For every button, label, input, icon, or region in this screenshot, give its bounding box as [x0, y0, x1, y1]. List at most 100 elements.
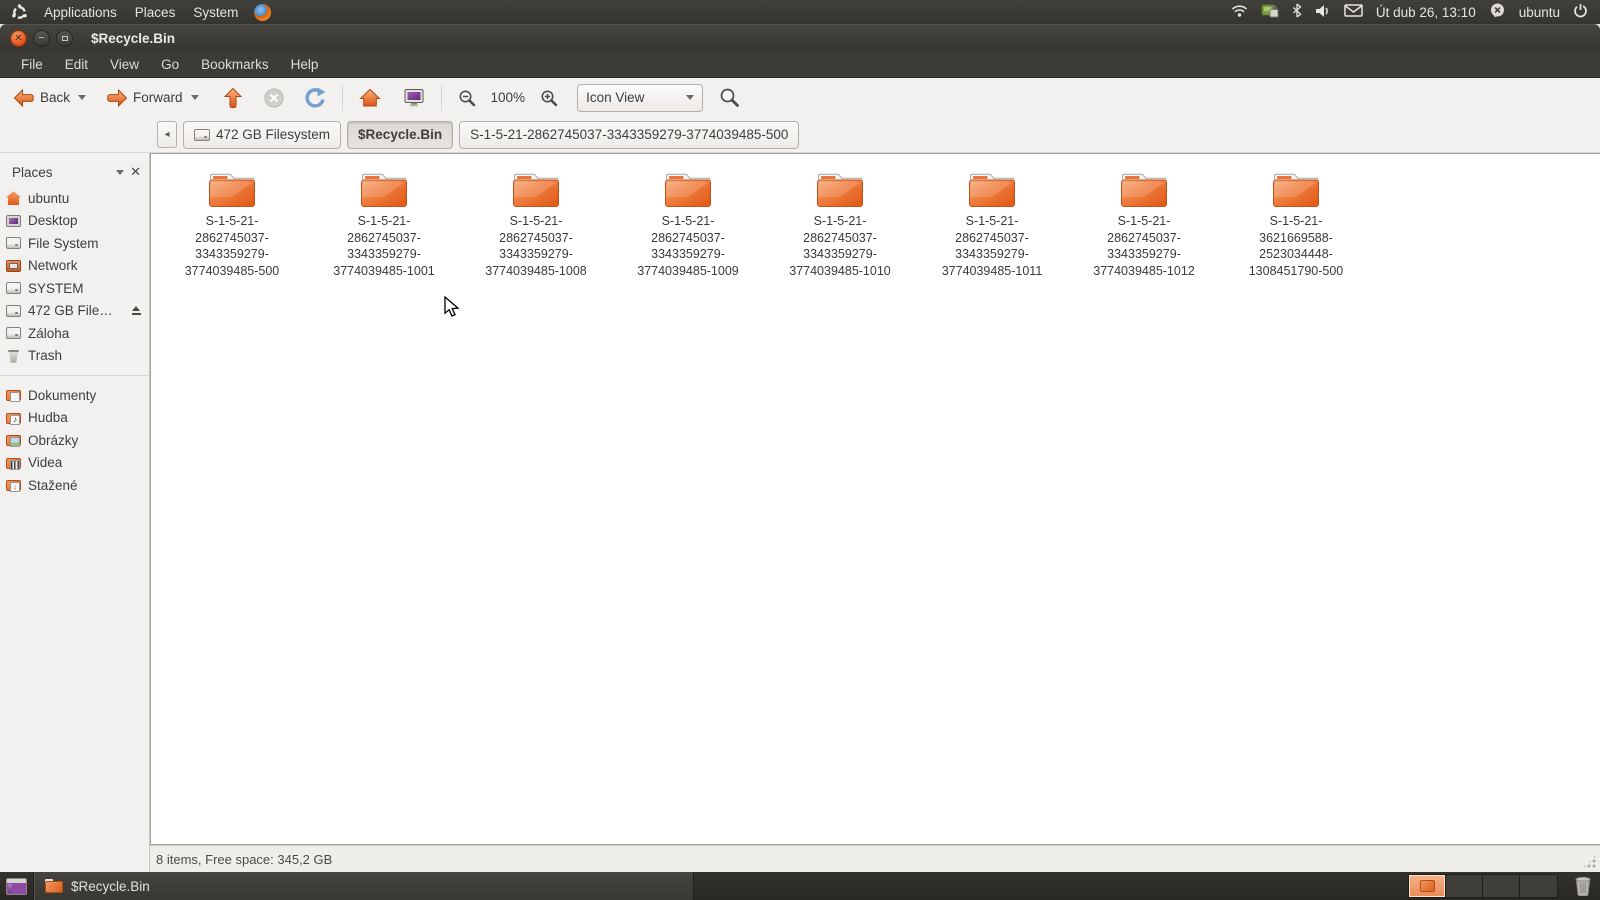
folder-item[interactable]: S-1-5-21-2862745037-3343359279-377403948… [156, 168, 308, 279]
zoom-out-button[interactable] [453, 86, 481, 110]
sidebar-item-icon [5, 410, 22, 426]
desktop-icon [6, 877, 27, 895]
sidebar-item[interactable]: File System [0, 232, 149, 255]
back-dropdown-caret[interactable] [78, 95, 87, 100]
sidebar-item[interactable]: Trash [0, 345, 149, 368]
sidebar-separator [0, 367, 149, 376]
up-arrow-icon [223, 87, 242, 108]
path-scroll-left-button[interactable] [157, 121, 177, 148]
zoom-in-icon [541, 90, 558, 106]
forward-button[interactable]: Forward [101, 85, 204, 111]
sidebar-item[interactable]: Hudba [0, 407, 149, 430]
wifi-icon[interactable] [1231, 4, 1248, 20]
workspace-switcher [1408, 874, 1558, 898]
panel-menu[interactable]: Places [126, 0, 185, 24]
workspace-cell[interactable] [1409, 875, 1446, 897]
sidebar-item[interactable]: Záloha [0, 322, 149, 345]
panel-menu[interactable]: Applications [35, 0, 126, 24]
trash-applet-icon[interactable] [1574, 876, 1592, 896]
toolbar-separator [440, 84, 442, 111]
sidebar-item[interactable]: Obrázky [0, 429, 149, 452]
volume-icon[interactable] [1315, 4, 1331, 21]
ubuntu-logo-icon[interactable] [4, 3, 35, 21]
workspace-cell[interactable] [1446, 875, 1483, 897]
sidebar-item[interactable]: 472 GB File… [0, 300, 149, 323]
folder-item[interactable]: S-1-5-21-2862745037-3343359279-377403948… [1068, 168, 1220, 279]
maximize-button[interactable] [56, 30, 73, 47]
menu-item[interactable]: Bookmarks [190, 52, 280, 77]
top-panel: Applications Places System Út dub 26, 13:1… [0, 0, 1600, 24]
folder-item[interactable]: S-1-5-21-2862745037-3343359279-377403948… [460, 168, 612, 279]
reload-button[interactable] [298, 84, 331, 111]
sidebar-item[interactable]: Dokumenty [0, 384, 149, 407]
computer-icon [404, 88, 424, 106]
eject-icon[interactable] [130, 305, 143, 316]
sidebar-header[interactable]: Places [0, 157, 149, 187]
sidebar-item[interactable]: Network [0, 255, 149, 278]
mail-icon[interactable] [1344, 4, 1363, 20]
firefox-icon[interactable] [247, 3, 278, 22]
home-icon [358, 88, 381, 106]
path-segment-button[interactable]: S-1-5-21-2862745037-3343359279-377403948… [459, 120, 800, 149]
sidebar-list: ubuntu Desktop File System Network SYSTE… [0, 187, 149, 872]
username[interactable]: ubuntu [1519, 5, 1560, 20]
menu-item[interactable]: File [10, 52, 54, 77]
statusbar-text: 8 items, Free space: 345,2 GB [156, 851, 333, 867]
menu-item[interactable]: Edit [54, 52, 99, 77]
zoom-in-button[interactable] [535, 86, 563, 110]
menu-item[interactable]: Help [280, 52, 330, 77]
back-arrow-icon [13, 88, 34, 107]
zoom-level[interactable]: 100% [485, 90, 532, 105]
sidebar-item-icon [5, 348, 22, 364]
sidebar-header-caret[interactable] [116, 169, 125, 175]
search-icon [720, 88, 739, 107]
folder-grid: S-1-5-21-2862745037-3343359279-377403948… [151, 154, 1600, 279]
up-button[interactable] [218, 84, 248, 112]
network-card-lock-icon[interactable] [1261, 3, 1279, 21]
toolbar-separator [341, 84, 343, 111]
titlebar[interactable]: ✕ − $Recycle.Bin [0, 24, 1600, 52]
resize-grip[interactable] [1582, 854, 1597, 869]
sidebar-item[interactable]: Stažené [0, 474, 149, 497]
workspace-cell[interactable] [1483, 875, 1520, 897]
minimize-button[interactable]: − [33, 30, 50, 47]
sidebar-item[interactable]: Desktop [0, 210, 149, 233]
folder-item[interactable]: S-1-5-21-2862745037-3343359279-377403948… [612, 168, 764, 279]
menu-item[interactable]: View [99, 52, 150, 77]
show-desktop-button[interactable] [0, 872, 34, 900]
file-view-pane[interactable]: S-1-5-21-2862745037-3343359279-377403948… [150, 153, 1600, 845]
window-title: $Recycle.Bin [91, 31, 176, 46]
menu-item[interactable]: Go [150, 52, 190, 77]
folder-icon [45, 879, 63, 893]
close-button[interactable]: ✕ [10, 30, 27, 47]
sidebar-item[interactable]: ubuntu [0, 187, 149, 210]
sidebar-item[interactable]: Videa [0, 452, 149, 475]
folder-item[interactable]: S-1-5-21-2862745037-3343359279-377403948… [764, 168, 916, 279]
power-icon[interactable] [1573, 3, 1588, 21]
view-mode-select[interactable]: Icon View [577, 83, 704, 112]
sidebar-item[interactable]: SYSTEM [0, 277, 149, 300]
folder-icon [361, 173, 407, 207]
search-button[interactable] [719, 87, 740, 108]
folder-item[interactable]: S-1-5-21-3621669588-2523034448-130845179… [1220, 168, 1372, 279]
folder-item[interactable]: S-1-5-21-2862745037-3343359279-377403948… [308, 168, 460, 279]
sidebar-close-icon[interactable] [130, 164, 141, 180]
bluetooth-icon[interactable] [1292, 3, 1302, 21]
folder-item[interactable]: S-1-5-21-2862745037-3343359279-377403948… [916, 168, 1068, 279]
stop-button[interactable] [258, 84, 290, 112]
forward-dropdown-caret[interactable] [190, 95, 199, 100]
panel-menu[interactable]: System [184, 0, 247, 24]
clock[interactable]: Út dub 26, 13:10 [1376, 5, 1476, 20]
sidebar-item-icon [5, 387, 22, 403]
computer-button[interactable] [398, 85, 430, 111]
sidebar-item-icon [5, 280, 22, 296]
sidebar-item-icon [5, 455, 22, 471]
home-button[interactable] [354, 85, 386, 111]
workspace-cell[interactable] [1520, 875, 1557, 897]
bottom-panel: $Recycle.Bin [0, 872, 1600, 900]
path-segment-button[interactable]: 472 GB Filesystem [183, 120, 342, 149]
session-indicator-icon[interactable] [1489, 3, 1506, 21]
taskbar-window-button[interactable]: $Recycle.Bin [34, 872, 694, 900]
back-button[interactable]: Back [8, 85, 91, 111]
path-segment-button[interactable]: $Recycle.Bin [347, 120, 454, 149]
